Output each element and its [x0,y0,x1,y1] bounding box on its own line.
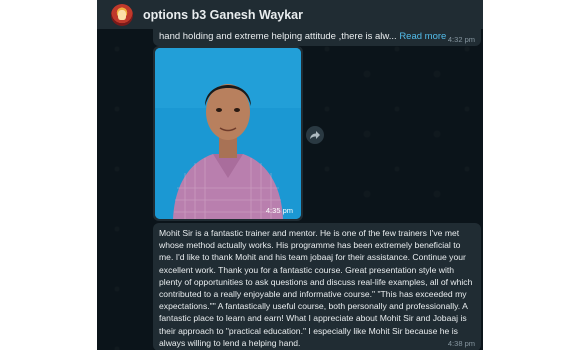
message-photo[interactable]: 4:35 pm [155,48,301,219]
message-list[interactable]: hand holding and extreme helping attitud… [97,23,483,350]
message-time: 4:35 pm [265,206,293,215]
message-time: 4:38 pm [447,339,475,348]
forward-button[interactable] [306,126,324,144]
image-message-bubble[interactable]: 4:35 pm [153,46,303,221]
group-avatar[interactable] [111,3,133,26]
person-photo-illustration [155,48,301,219]
chat-title[interactable]: options b3 Ganesh Waykar [143,8,303,22]
message-time: 4:32 pm [447,35,475,44]
forward-arrow-icon [310,131,320,139]
read-more-link[interactable]: Read more [399,31,446,42]
chat-window: options b3 Ganesh Waykar hand holding an… [97,0,483,350]
avatar-figure [118,9,126,20]
message-bubble[interactable]: hand holding and extreme helping attitud… [153,23,481,46]
message-text: Mohit Sir is a fantastic trainer and men… [159,228,473,348]
message-text: hand holding and extreme helping attitud… [159,31,446,42]
message-text-body: hand holding and extreme helping attitud… [159,31,397,42]
message-bubble[interactable]: Mohit Sir is a fantastic trainer and men… [153,223,481,350]
